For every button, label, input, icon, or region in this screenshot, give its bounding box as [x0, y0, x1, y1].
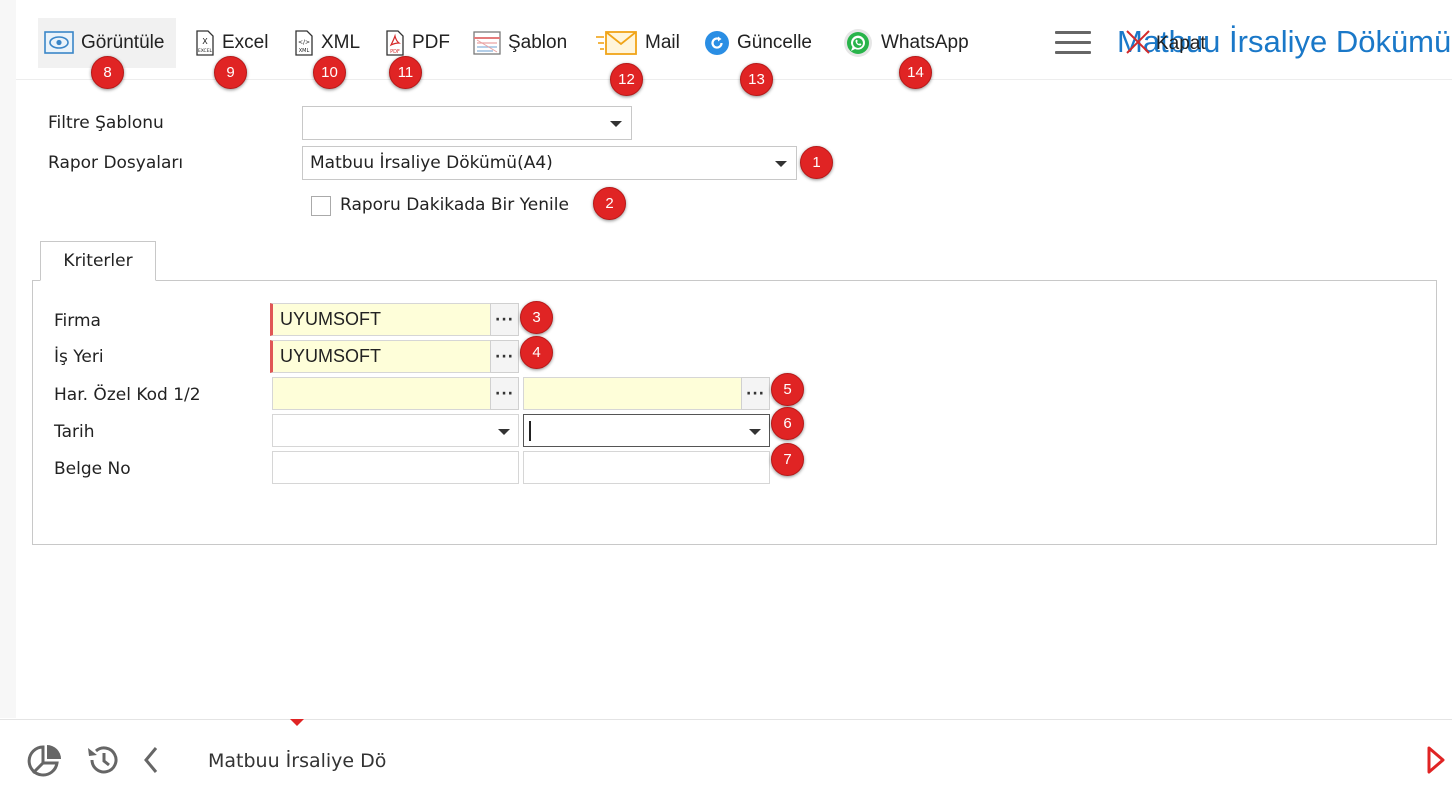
- badge-is-yeri: 4: [520, 336, 553, 369]
- chevron-left-icon[interactable]: [141, 745, 161, 779]
- refresh-checkbox[interactable]: [311, 196, 331, 216]
- whatsapp-icon: [842, 27, 874, 59]
- active-tab-marker: [290, 719, 304, 726]
- chevron-down-icon: [610, 121, 622, 127]
- report-files-label: Rapor Dosyaları: [48, 153, 184, 173]
- excel-file-icon: X EXCEL: [195, 30, 215, 56]
- view-button-label: Görüntüle: [81, 32, 165, 53]
- ozel-kod-2-input[interactable]: [523, 377, 742, 410]
- xml-file-icon: </> XML: [294, 30, 314, 56]
- ozel-kod-1-lookup-button[interactable]: ···: [490, 377, 519, 410]
- criteria-panel: [32, 280, 1437, 545]
- filter-template-label: Filtre Şablonu: [48, 113, 164, 133]
- badge-whatsapp: 14: [899, 56, 932, 89]
- report-files-select[interactable]: Matbuu İrsaliye Dökümü(A4): [302, 146, 797, 180]
- svg-text:EXCEL: EXCEL: [198, 48, 213, 54]
- ozel-kod-1-input[interactable]: [272, 377, 491, 410]
- tarih-label: Tarih: [54, 422, 95, 442]
- chevron-down-icon: [749, 429, 761, 435]
- chevron-down-icon: [498, 429, 510, 435]
- belge-no-start-input[interactable]: [272, 451, 519, 484]
- svg-text:PDF: PDF: [390, 49, 400, 55]
- mail-button-label: Mail: [645, 32, 680, 53]
- badge-excel: 9: [214, 56, 247, 89]
- refresh-button[interactable]: Güncelle: [698, 18, 818, 68]
- tab-kriterler[interactable]: Kriterler: [40, 241, 156, 281]
- belge-no-end-input[interactable]: [523, 451, 770, 484]
- ozel-kod-label: Har. Özel Kod 1/2: [54, 385, 201, 405]
- menu-icon[interactable]: [1055, 31, 1091, 57]
- excel-button-label: Excel: [222, 32, 269, 53]
- is-yeri-lookup-button[interactable]: ···: [490, 340, 519, 373]
- chevron-down-icon: [775, 161, 787, 167]
- badge-refresh: 13: [740, 63, 773, 96]
- pdf-file-icon: PDF: [385, 30, 405, 56]
- badge-ozel-kod: 5: [771, 373, 804, 406]
- svg-text:X: X: [202, 37, 208, 46]
- badge-report-files: 1: [800, 146, 833, 179]
- tab-kriterler-label: Kriterler: [63, 251, 133, 271]
- pie-chart-icon[interactable]: [27, 743, 65, 783]
- badge-refresh-checkbox: 2: [593, 187, 626, 220]
- badge-firma: 3: [520, 301, 553, 334]
- close-icon: [1124, 28, 1152, 60]
- template-button-label: Şablon: [508, 32, 568, 53]
- play-right-icon[interactable]: [1424, 745, 1448, 779]
- svg-text:XML: XML: [299, 48, 310, 54]
- report-files-value: Matbuu İrsaliye Dökümü(A4): [310, 153, 553, 173]
- ozel-kod-2-lookup-button[interactable]: ···: [741, 377, 770, 410]
- history-icon[interactable]: [84, 742, 122, 782]
- left-gutter: [0, 0, 16, 718]
- xml-button-label: XML: [321, 32, 361, 53]
- mail-icon: [594, 29, 638, 57]
- badge-tarih: 6: [771, 407, 804, 440]
- template-button[interactable]: Şablon: [467, 18, 573, 68]
- badge-mail: 12: [610, 63, 643, 96]
- close-button[interactable]: Kapat: [1124, 28, 1206, 60]
- is-yeri-input[interactable]: UYUMSOFT: [270, 340, 491, 373]
- is-yeri-label: İş Yeri: [54, 347, 104, 367]
- refresh-icon: [704, 30, 730, 56]
- badge-belge-no: 7: [771, 443, 804, 476]
- refresh-button-label: Güncelle: [737, 32, 812, 53]
- report-window: Görüntüle 8 X EXCEL Excel 9 </> XML XML 10…: [0, 0, 1452, 795]
- close-button-label: Kapat: [1156, 33, 1206, 54]
- firma-input[interactable]: UYUMSOFT: [270, 303, 491, 336]
- badge-view: 8: [91, 56, 124, 89]
- pdf-button-label: PDF: [412, 32, 450, 53]
- firma-lookup-button[interactable]: ···: [490, 303, 519, 336]
- badge-xml: 10: [313, 56, 346, 89]
- filter-template-select[interactable]: [302, 106, 632, 140]
- belge-no-label: Belge No: [54, 459, 131, 479]
- svg-text:</>: </>: [298, 39, 310, 46]
- firma-value: UYUMSOFT: [280, 309, 381, 329]
- refresh-checkbox-label: Raporu Dakikada Bir Yenile: [340, 195, 569, 215]
- tarih-start-select[interactable]: [272, 414, 519, 447]
- is-yeri-value: UYUMSOFT: [280, 346, 381, 366]
- footer-page-title: Matbuu İrsaliye Dö: [208, 750, 387, 772]
- template-icon: [473, 31, 501, 55]
- badge-pdf: 11: [389, 56, 422, 89]
- mail-button[interactable]: Mail: [588, 18, 686, 68]
- text-caret: [529, 421, 531, 441]
- eye-icon: [44, 30, 74, 56]
- whatsapp-button-label: WhatsApp: [881, 32, 969, 53]
- firma-label: Firma: [54, 311, 101, 331]
- tarih-end-select[interactable]: [523, 414, 770, 447]
